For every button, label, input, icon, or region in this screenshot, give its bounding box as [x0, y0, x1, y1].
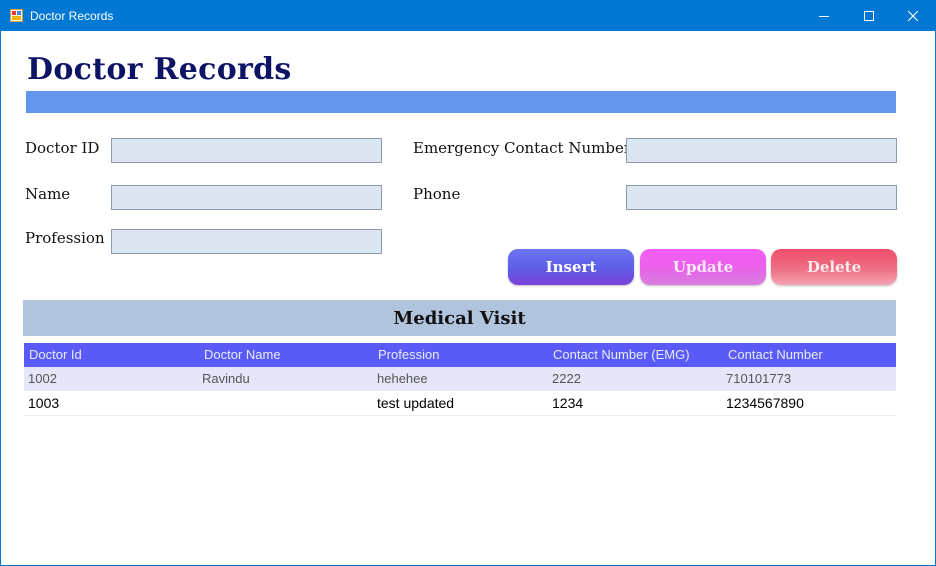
table-row[interactable]: 1002 Ravindu hehehee 2222 710101773 [24, 367, 896, 391]
name-input[interactable] [111, 185, 382, 210]
column-header-doctor-id[interactable]: Doctor Id [29, 343, 82, 367]
delete-button[interactable]: Delete [771, 249, 897, 285]
close-icon [908, 11, 918, 21]
row-divider [24, 415, 896, 416]
phone-label: Phone [413, 185, 461, 203]
cell-contact-emg[interactable]: 2222 [552, 367, 581, 391]
minimize-icon [819, 16, 829, 17]
column-header-doctor-name[interactable]: Doctor Name [204, 343, 281, 367]
cell-doctor-name[interactable]: Ravindu [202, 367, 250, 391]
update-button[interactable]: Update [640, 249, 766, 285]
medical-visit-header: Medical Visit [23, 300, 896, 336]
profession-label: Profession [25, 229, 105, 247]
phone-input[interactable] [626, 185, 897, 210]
cell-doctor-id[interactable]: 1003 [28, 391, 59, 415]
app-icon [10, 9, 23, 22]
doctor-id-label: Doctor ID [25, 139, 100, 157]
table-row[interactable]: 1003 test updated 1234 1234567890 [24, 391, 896, 416]
grid-header-row: Doctor Id Doctor Name Profession Contact… [24, 343, 896, 367]
window-title: Doctor Records [30, 9, 114, 23]
heading-divider [26, 91, 896, 113]
column-header-profession[interactable]: Profession [378, 343, 439, 367]
emergency-contact-label: Emergency Contact Number [413, 139, 631, 157]
cell-profession[interactable]: test updated [377, 391, 454, 415]
doctor-id-input[interactable] [111, 138, 382, 163]
minimize-button[interactable] [801, 1, 847, 31]
cell-contact-number[interactable]: 1234567890 [726, 391, 804, 415]
maximize-button[interactable] [846, 1, 892, 31]
cell-contact-number[interactable]: 710101773 [726, 367, 791, 391]
title-bar[interactable]: Doctor Records [1, 1, 935, 31]
name-label: Name [25, 185, 71, 203]
doctor-records-grid[interactable]: Doctor Id Doctor Name Profession Contact… [24, 343, 896, 416]
profession-input[interactable] [111, 229, 382, 254]
maximize-icon [864, 11, 874, 21]
close-button[interactable] [890, 1, 936, 31]
page-title: Doctor Records [27, 52, 292, 87]
emergency-contact-input[interactable] [626, 138, 897, 163]
cell-doctor-id[interactable]: 1002 [28, 367, 57, 391]
app-window: Doctor Records Doctor Records Doctor ID … [0, 0, 936, 566]
insert-button[interactable]: Insert [508, 249, 634, 285]
cell-contact-emg[interactable]: 1234 [552, 391, 583, 415]
column-header-contact-number[interactable]: Contact Number [728, 343, 823, 367]
column-header-contact-emg[interactable]: Contact Number (EMG) [553, 343, 690, 367]
cell-profession[interactable]: hehehee [377, 367, 428, 391]
